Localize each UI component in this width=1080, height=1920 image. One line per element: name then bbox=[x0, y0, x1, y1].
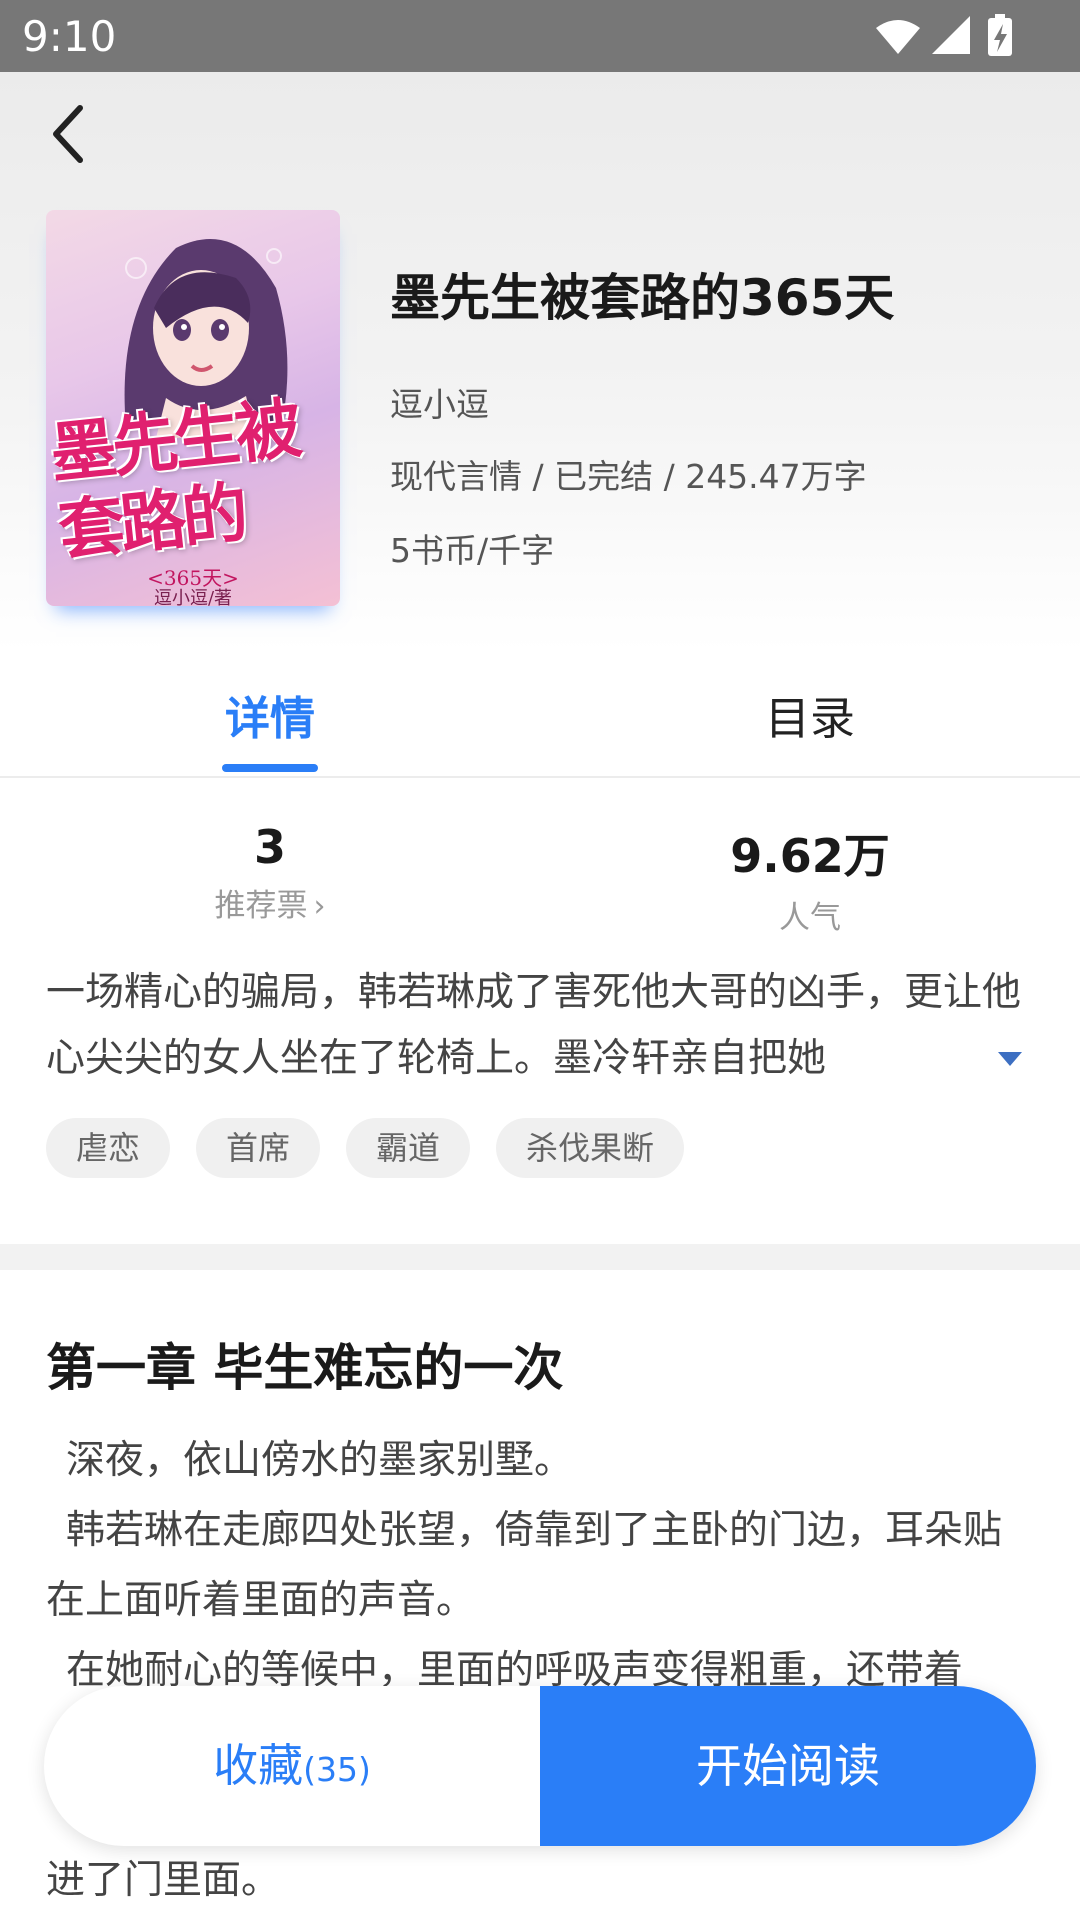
popularity-count: 9.62万 bbox=[730, 829, 890, 883]
chapter-tail-text: 进了门里面。 bbox=[46, 1858, 281, 1903]
tab-details[interactable]: 详情 bbox=[170, 682, 370, 747]
tab-active-indicator bbox=[222, 764, 318, 772]
book-header: 墨先生被套路的 <365天> 逗小逗/著 墨先生被套路的365天 逗小逗 现代言… bbox=[0, 72, 1080, 652]
favorite-button[interactable]: 收藏(35) bbox=[44, 1686, 540, 1846]
status-bar: 9:10 bbox=[0, 0, 1080, 72]
recommend-ticket-label: 推荐票 bbox=[214, 888, 308, 924]
back-arrow-icon[interactable] bbox=[46, 100, 94, 168]
start-reading-button[interactable]: 开始阅读 bbox=[540, 1686, 1036, 1846]
book-detail-page: 9:10 墨先生被套路的 <365天> 逗小逗/著 墨先生被套路的365天 逗小… bbox=[0, 0, 1080, 1920]
tag-list: 虐恋 首席 霸道 杀伐果断 bbox=[46, 1118, 710, 1178]
tag-item[interactable]: 霸道 bbox=[346, 1118, 471, 1178]
tab-catalog[interactable]: 目录 bbox=[710, 682, 910, 747]
favorite-count: (35) bbox=[303, 1750, 371, 1789]
signal-icon bbox=[932, 16, 970, 54]
favorite-label: 收藏 bbox=[213, 1739, 304, 1792]
book-author[interactable]: 逗小逗 bbox=[390, 378, 489, 426]
book-price: 5书币/千字 bbox=[390, 531, 555, 570]
cover-title: 墨先生被套路的 bbox=[46, 389, 302, 571]
popularity-stat: 9.62万 人气 bbox=[680, 820, 940, 937]
recommend-ticket-count: 3 bbox=[253, 820, 286, 874]
chevron-right-icon: › bbox=[313, 889, 326, 924]
chapter-paragraph: 韩若琳在走廊四处张望，倚靠到了主卧的门边，耳朵贴在上面听着里面的声音。 bbox=[46, 1508, 1003, 1623]
wifi-icon bbox=[876, 20, 920, 54]
tab-bar: 详情 目录 bbox=[0, 652, 1080, 778]
status-icons bbox=[876, 14, 1012, 56]
book-cover[interactable]: 墨先生被套路的 <365天> 逗小逗/著 bbox=[46, 210, 340, 606]
cover-author: 逗小逗/著 bbox=[153, 588, 233, 606]
chapter-title: 第一章 毕生难忘的一次 bbox=[46, 1339, 564, 1397]
status-time: 9:10 bbox=[22, 12, 117, 61]
tag-item[interactable]: 杀伐果断 bbox=[496, 1118, 685, 1178]
book-title: 墨先生被套路的365天 bbox=[390, 269, 895, 327]
tag-item[interactable]: 虐恋 bbox=[46, 1118, 171, 1178]
book-meta: 现代言情 / 已完结 / 245.47万字 bbox=[390, 457, 867, 496]
chapter-preview: 深夜，依山傍水的墨家别墅。 韩若琳在走廊四处张望，倚靠到了主卧的门边，耳朵贴在上… bbox=[46, 1426, 1036, 1706]
book-synopsis[interactable]: 一场精心的骗局，韩若琳成了害死他大哥的凶手，更让他心尖尖的女人坐在了轮椅上。墨冷… bbox=[46, 960, 1026, 1092]
expand-triangle-icon[interactable] bbox=[996, 1046, 1024, 1070]
section-divider bbox=[0, 1244, 1080, 1270]
tag-item[interactable]: 首席 bbox=[196, 1118, 321, 1178]
recommend-ticket-stat[interactable]: 3 推荐票 › bbox=[140, 820, 400, 925]
chapter-paragraph: 深夜，依山傍水的墨家别墅。 bbox=[66, 1438, 574, 1483]
bottom-action-bar: 收藏(35) 开始阅读 bbox=[44, 1686, 1036, 1846]
popularity-label: 人气 bbox=[779, 900, 841, 936]
